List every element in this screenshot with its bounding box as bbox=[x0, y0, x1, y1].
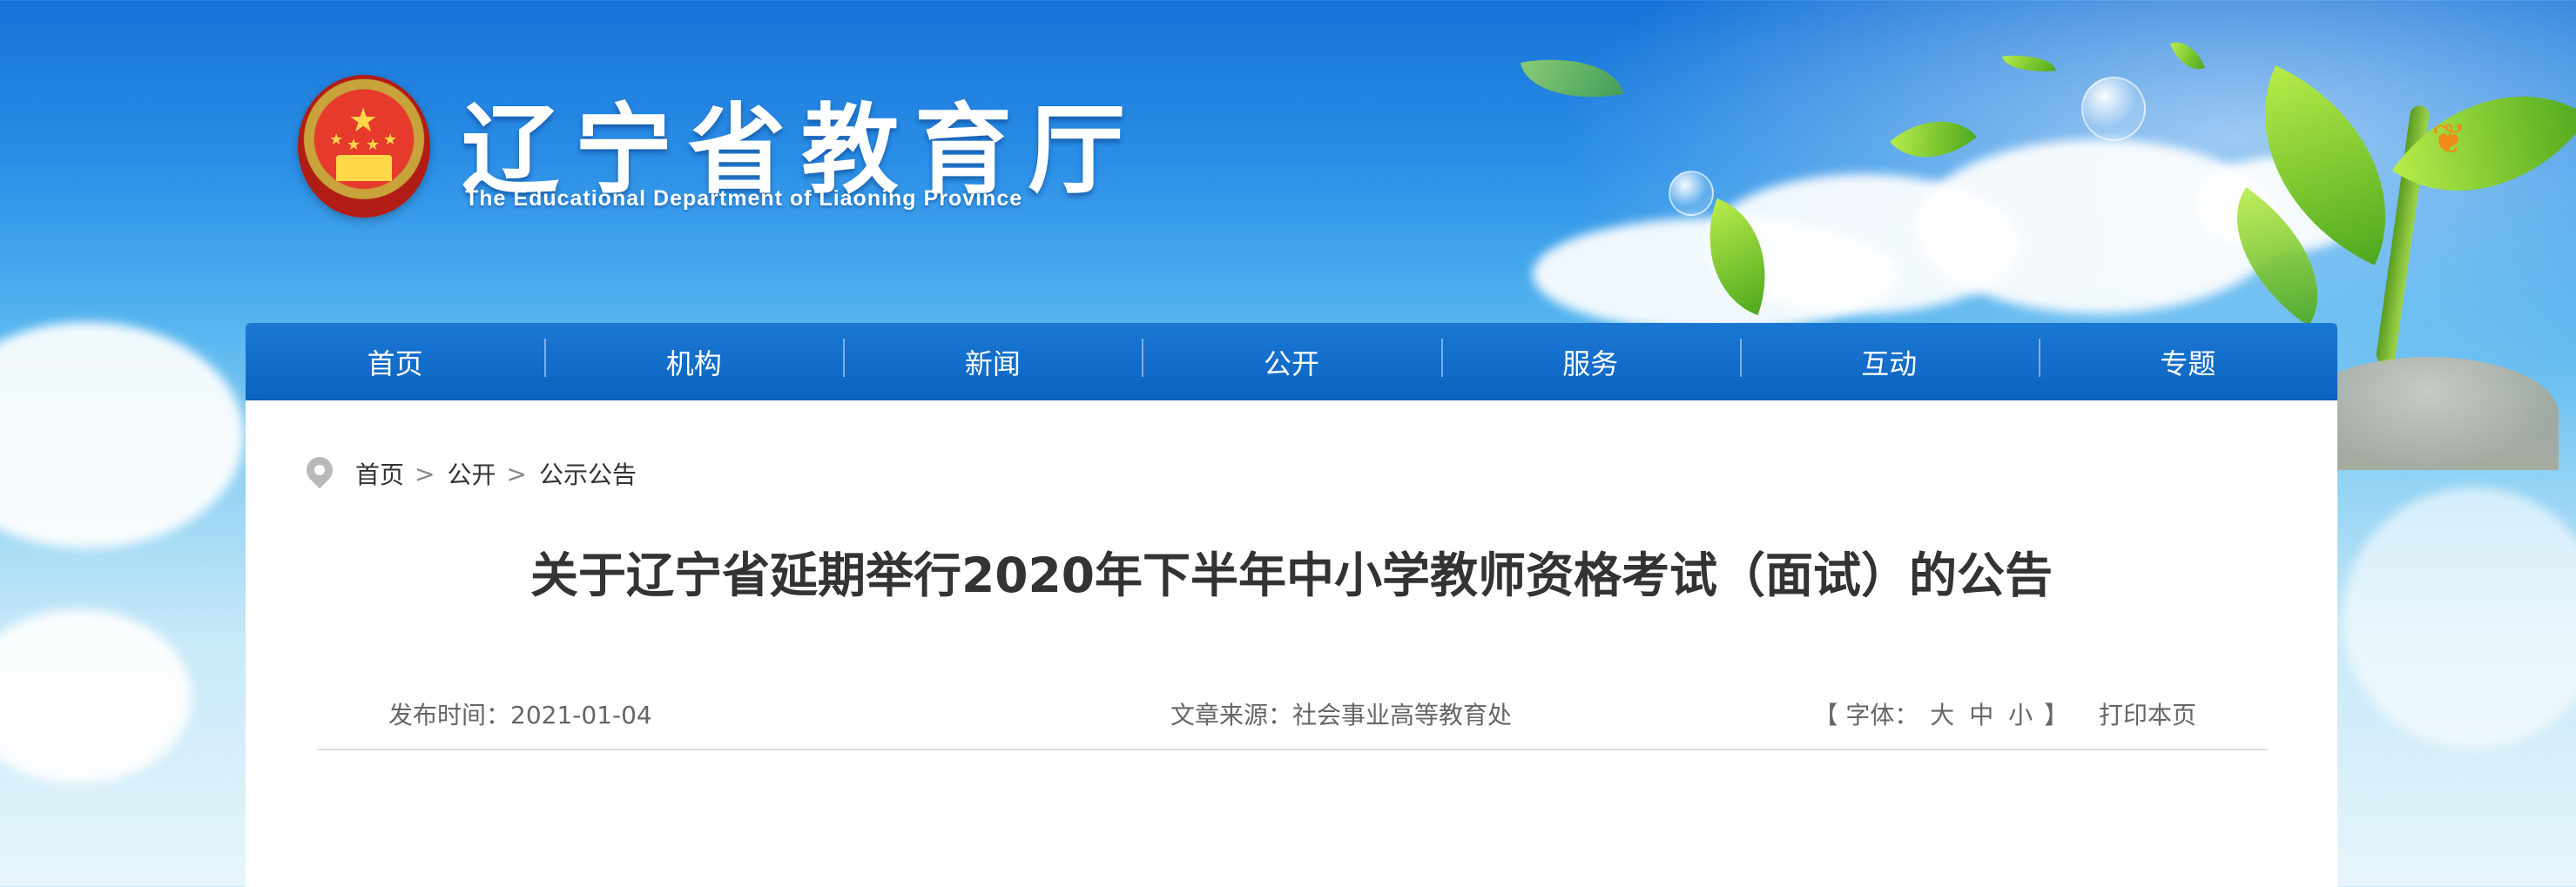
national-emblem: ★ ★ ★ ★ ★ bbox=[298, 75, 430, 218]
article-title: 关于辽宁省延期举行2020年下半年中小学教师资格考试（面试）的公告 bbox=[529, 548, 2053, 603]
location-pin-icon bbox=[307, 457, 333, 490]
source-info: 文章来源：社会事业高等教育处 bbox=[1170, 696, 1512, 731]
bubble-decoration bbox=[1669, 171, 1714, 216]
emblem-star: ★ bbox=[383, 131, 398, 149]
nav-item-home[interactable]: 首页 bbox=[246, 342, 544, 382]
breadcrumb-public[interactable]: 公开 bbox=[447, 456, 496, 491]
cloud bbox=[0, 609, 192, 783]
content-panel: 首页 > 公开 > 公示公告 关于辽宁省延期举行2020年下半年中小学教师资格考… bbox=[246, 400, 2337, 887]
cloud bbox=[2343, 487, 2576, 749]
nav-item-topics[interactable]: 专题 bbox=[2038, 338, 2337, 382]
breadcrumb: 首页 > 公开 > 公示公告 bbox=[307, 456, 637, 491]
leaf-decoration bbox=[2170, 35, 2205, 77]
main-nav: 首页 机构 新闻 公开 服务 互动 专题 bbox=[246, 323, 2337, 400]
leaf-decoration bbox=[2002, 51, 2056, 76]
site-subtitle: The Educational Department of Liaoning P… bbox=[465, 186, 1023, 211]
nav-item-organization[interactable]: 机构 bbox=[544, 338, 843, 382]
article-meta: 发布时间：2021-01-04 文章来源：社会事业高等教育处 【 字体： 大 中… bbox=[317, 696, 2268, 750]
leaf-decoration bbox=[1683, 198, 1791, 316]
font-size-label: 字体： bbox=[1845, 701, 1919, 729]
nav-item-services[interactable]: 服务 bbox=[1440, 338, 1740, 382]
font-bracket-close: 】 bbox=[2044, 701, 2069, 729]
publish-info: 发布时间：2021-01-04 bbox=[388, 696, 652, 731]
butterfly-icon: ❦ bbox=[2431, 115, 2467, 164]
cloud bbox=[0, 322, 244, 548]
emblem-star: ★ bbox=[366, 136, 381, 154]
site-header: ★ ★ ★ ★ ★ 辽宁省教育厅 The Educational Departm… bbox=[0, 0, 2576, 470]
font-size-medium-button[interactable]: 中 bbox=[1969, 701, 1993, 729]
article-tools: 【 字体： 大 中 小 】 打印本页 bbox=[1813, 696, 2196, 731]
leaf-decoration bbox=[1520, 45, 1624, 111]
source-value: 社会事业高等教育处 bbox=[1292, 701, 1513, 729]
emblem-star: ★ bbox=[347, 136, 361, 154]
bubble-decoration bbox=[2081, 77, 2146, 141]
emblem-star: ★ bbox=[329, 131, 344, 149]
leaf-decoration bbox=[1890, 97, 1977, 182]
nav-item-public[interactable]: 公开 bbox=[1142, 338, 1440, 382]
print-page-link[interactable]: 打印本页 bbox=[2099, 701, 2196, 729]
breadcrumb-separator: > bbox=[415, 459, 435, 488]
sprout-leaf bbox=[2391, 42, 2576, 245]
publish-date: 2021-01-04 bbox=[510, 701, 652, 729]
font-size-small-button[interactable]: 小 bbox=[2008, 701, 2033, 729]
emblem-gate bbox=[336, 155, 392, 181]
nav-item-news[interactable]: 新闻 bbox=[843, 338, 1142, 382]
emblem-star: ★ bbox=[348, 101, 379, 139]
font-size-large-button[interactable]: 大 bbox=[1930, 701, 1954, 729]
font-bracket-open: 【 bbox=[1813, 701, 1838, 729]
breadcrumb-announcements[interactable]: 公示公告 bbox=[539, 456, 637, 491]
source-label: 文章来源： bbox=[1170, 701, 1293, 729]
breadcrumb-separator: > bbox=[506, 459, 527, 488]
publish-label: 发布时间： bbox=[388, 701, 511, 729]
nav-item-interaction[interactable]: 互动 bbox=[1739, 338, 2039, 382]
breadcrumb-home[interactable]: 首页 bbox=[355, 456, 404, 491]
